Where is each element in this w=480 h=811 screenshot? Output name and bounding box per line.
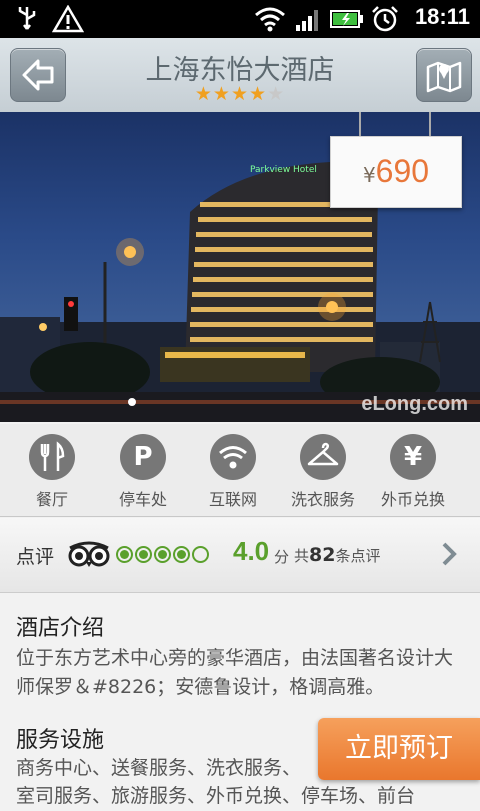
currency-symbol: ¥ xyxy=(362,163,376,187)
rating-circle-full xyxy=(116,546,133,563)
review-score-unit: 分 xyxy=(274,548,290,566)
star-empty: ★ xyxy=(267,83,286,105)
services-title: 服务设施 xyxy=(16,728,105,753)
star-filled: ★ xyxy=(212,83,231,105)
rating-circle-empty xyxy=(192,546,209,563)
rating-circle-full xyxy=(135,546,152,563)
title-bar: 上海东怡大酒店 ★★★★★ xyxy=(0,38,480,113)
rating-circle-full xyxy=(173,546,190,563)
facility-label: 洗衣服务 xyxy=(290,490,355,509)
restaurant-icon xyxy=(29,434,75,480)
price-value: 690 xyxy=(375,153,430,189)
facilities-bar: 餐厅 P 停车处 互联网 洗衣服务 ¥ 外币兑换 xyxy=(0,424,480,517)
rating-circle-full xyxy=(154,546,171,563)
alarm-icon xyxy=(372,6,398,32)
facility-label: 停车处 xyxy=(118,490,167,509)
map-icon xyxy=(426,61,462,93)
facility-laundry[interactable]: 洗衣服务 xyxy=(278,434,368,510)
facility-label: 餐厅 xyxy=(35,490,68,509)
intro-text: 位于东方艺术中心旁的豪华酒店，由法国著名设计大师保罗＆#8226；安德鲁设计，格… xyxy=(16,647,454,698)
star-filled: ★ xyxy=(230,83,250,105)
review-row[interactable]: 点评 4.0 分 共82条点评 xyxy=(0,518,480,593)
watermark-logo: eLong.com xyxy=(361,393,468,415)
laundry-icon xyxy=(300,434,346,480)
facility-restaurant[interactable]: 餐厅 xyxy=(7,434,97,510)
star-filled: ★ xyxy=(194,83,213,105)
carousel-indicator xyxy=(128,398,136,406)
facility-currency-exchange[interactable]: ¥ 外币兑换 xyxy=(368,434,458,510)
battery-icon xyxy=(330,10,363,28)
book-now-button[interactable]: 立即预订 xyxy=(318,718,480,780)
chevron-right-icon xyxy=(442,542,457,566)
map-button[interactable] xyxy=(416,48,472,102)
warning-icon xyxy=(52,5,84,33)
facility-label: 外币兑换 xyxy=(380,490,445,509)
services-line-2: 室司服务、旅游服务、外币兑换、停车场、前台 xyxy=(16,785,416,807)
star-filled: ★ xyxy=(249,83,268,105)
wifi-icon xyxy=(210,434,256,480)
rating-circles xyxy=(116,544,211,563)
review-score: 4.0 xyxy=(233,536,270,566)
currency-exchange-icon: ¥ xyxy=(390,434,436,480)
intro-title: 酒店介绍 xyxy=(16,616,105,641)
review-count: 共82条点评 xyxy=(294,544,381,566)
wifi-signal-icon xyxy=(255,7,285,32)
parking-icon: P xyxy=(120,434,166,480)
facility-internet[interactable]: 互联网 xyxy=(188,434,278,510)
status-bar: 18:11 xyxy=(0,0,480,38)
review-label: 点评 xyxy=(16,546,55,568)
tripadvisor-owl-icon xyxy=(68,541,110,567)
star-rating: ★★★★★ xyxy=(0,84,480,104)
hotel-name: 上海东怡大酒店 xyxy=(145,55,335,86)
usb-icon xyxy=(18,7,36,30)
cell-signal-icon xyxy=(296,10,318,31)
clock-time: 18:11 xyxy=(414,4,470,29)
facility-parking[interactable]: P 停车处 xyxy=(98,434,188,510)
svg-text:Parkview Hotel: Parkview Hotel xyxy=(250,165,317,175)
price-tag: ¥690 xyxy=(330,136,462,208)
facility-label: 互联网 xyxy=(208,490,257,509)
